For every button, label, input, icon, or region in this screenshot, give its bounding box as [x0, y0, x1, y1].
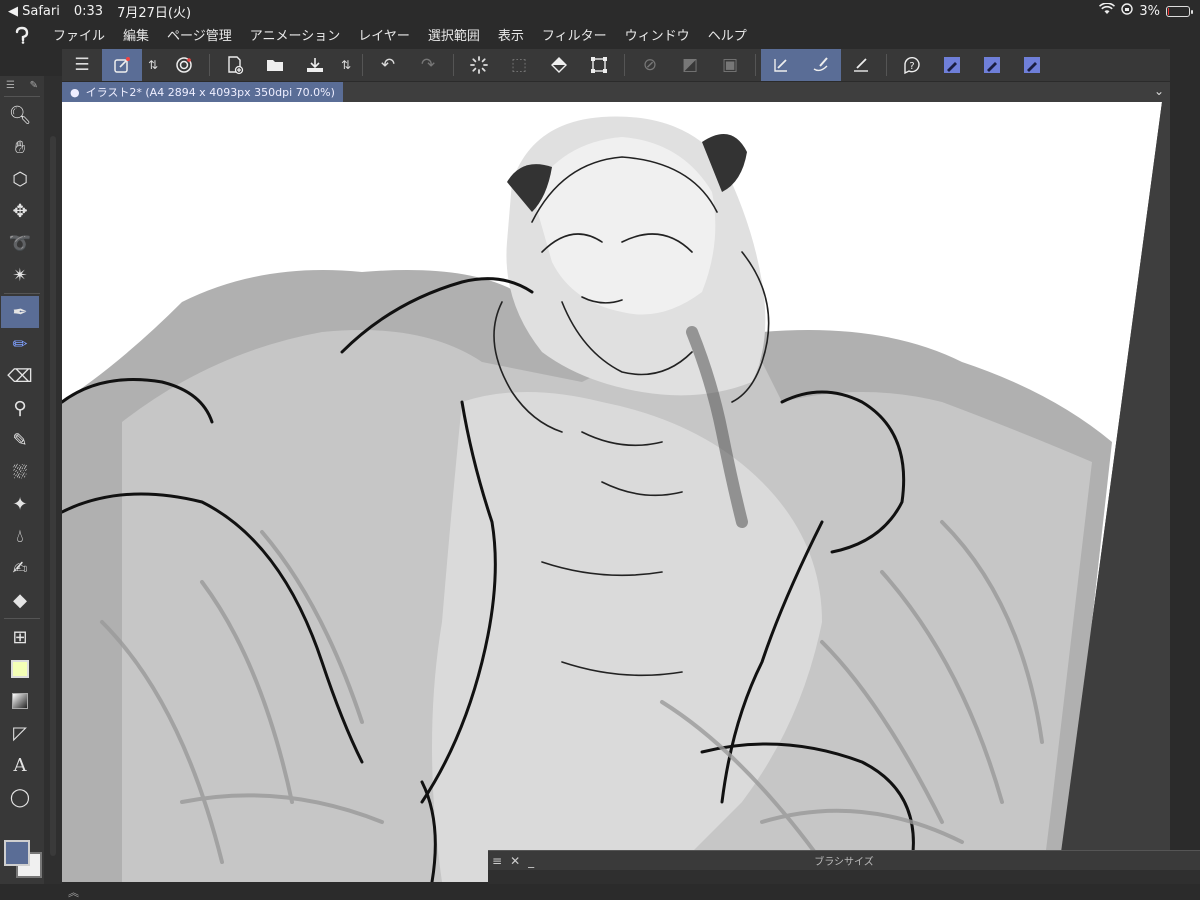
palette-menu-icon[interactable]: ≡	[488, 854, 506, 868]
clip-studio-logo-icon[interactable]	[0, 26, 44, 44]
brush-snap-icon[interactable]	[801, 49, 841, 81]
toolbar-pen-icon[interactable]: ✎	[30, 80, 38, 91]
open-folder-icon[interactable]	[255, 49, 295, 81]
canvas-area[interactable]: ● イラスト2* (A4 2894 x 4093px 350dpi 70.0%)…	[62, 82, 1170, 882]
ruler-icon[interactable]: ◸	[1, 717, 39, 749]
save-tray-icon[interactable]	[295, 49, 335, 81]
ruler-snap-icon[interactable]	[761, 49, 801, 81]
brush-size-palette-body	[488, 870, 1200, 884]
invert-selection-icon[interactable]: ◩	[670, 49, 710, 81]
battery-icon	[1166, 5, 1193, 17]
color-swatch-icon[interactable]	[1, 653, 39, 685]
select-all-icon[interactable]: ▣	[710, 49, 750, 81]
eyedropper-icon[interactable]: ⚲	[1, 392, 39, 424]
marker-icon[interactable]: ✍︎	[1, 552, 39, 584]
brush-size-palette-header[interactable]: ≡ ✕ _ ブラシサイズ	[488, 850, 1200, 870]
menu-layer[interactable]: レイヤー	[349, 25, 419, 44]
chevron-down-icon[interactable]: ⌄	[1154, 84, 1164, 98]
ios-status-bar: ◀ Safari 0:33 7月27日(火) 3%	[0, 0, 1200, 22]
pen-blue-3-icon[interactable]	[1012, 49, 1052, 81]
battery-percent: 3%	[1139, 3, 1160, 19]
transparent-select-icon[interactable]: ⬚	[499, 49, 539, 81]
menu-filter[interactable]: フィルター	[533, 25, 616, 44]
right-panel-strip	[1170, 49, 1200, 884]
decoration-icon[interactable]: ✎	[1, 424, 39, 456]
chevron-up-icon[interactable]: ︽	[68, 884, 79, 900]
redo-icon[interactable]: ↷	[408, 49, 448, 81]
toolbar-header: ☰ ✎	[0, 76, 44, 94]
bottom-bar: ︽	[0, 884, 1200, 900]
auto-select-icon[interactable]: ✴	[1, 259, 39, 291]
fill-icon[interactable]	[539, 49, 579, 81]
menu-edit[interactable]: 編集	[114, 25, 158, 44]
pen-blue-2-icon[interactable]	[972, 49, 1012, 81]
menu-selection[interactable]: 選択範囲	[419, 25, 489, 44]
tab-dot-icon: ●	[70, 85, 80, 99]
text-icon[interactable]: A	[1, 749, 39, 781]
blend-icon[interactable]: 💧︎	[1, 520, 39, 552]
settings-spiral-icon[interactable]	[164, 49, 204, 81]
drawing-canvas[interactable]	[62, 102, 1170, 882]
menu-help[interactable]: ヘルプ	[699, 25, 756, 44]
orientation-lock-icon	[1121, 3, 1134, 19]
fill-bucket-icon[interactable]: ◆	[1, 584, 39, 616]
frame-icon[interactable]: ⊞	[1, 621, 39, 653]
pen-blue-1-icon[interactable]	[932, 49, 972, 81]
menu-page-management[interactable]: ページ管理	[158, 25, 241, 44]
menu-view[interactable]: 表示	[489, 25, 533, 44]
wifi-icon	[1099, 2, 1116, 19]
close-icon[interactable]: ✕	[506, 854, 524, 868]
deselect-icon[interactable]: ⊘	[630, 49, 670, 81]
balloon-icon[interactable]: ◯	[1, 781, 39, 813]
color-swatches[interactable]	[2, 840, 44, 880]
menu-bar: ファイル 編集 ページ管理 アニメーション レイヤー 選択範囲 表示 フィルター…	[0, 22, 1200, 47]
menu-animation[interactable]: アニメーション	[241, 25, 349, 44]
pencil-icon[interactable]: ✏︎	[1, 328, 39, 360]
line-snap-icon[interactable]	[841, 49, 881, 81]
minimize-icon[interactable]: _	[524, 854, 538, 868]
command-bar: ☰ ⇅ ⇅ ↶ ↷ ⬚ ⊘ ◩ ▣ ?	[62, 49, 1170, 81]
status-date: 7月27日(火)	[117, 5, 192, 21]
back-to-safari-link[interactable]: ◀ Safari	[8, 4, 60, 19]
zoom-icon[interactable]: 🔍︎	[1, 99, 39, 131]
hand-icon[interactable]: ✋︎	[1, 131, 39, 163]
pen-icon[interactable]: ✒	[1, 296, 39, 328]
document-tab-label: イラスト2* (A4 2894 x 4093px 350dpi 70.0%)	[85, 86, 335, 99]
loading-icon	[459, 49, 499, 81]
transform-icon[interactable]	[579, 49, 619, 81]
svg-text:?: ?	[909, 61, 914, 72]
airbrush-icon[interactable]: ⛆	[1, 456, 39, 488]
status-time: 0:33	[73, 3, 104, 19]
main-color-swatch[interactable]	[4, 840, 30, 866]
new-layer-icon[interactable]	[102, 49, 142, 81]
gradient-icon[interactable]	[1, 685, 39, 717]
menu-file[interactable]: ファイル	[44, 25, 114, 44]
toolbar-menu-icon[interactable]: ☰	[6, 80, 15, 91]
chevron-updown-icon[interactable]: ⇅	[142, 49, 164, 81]
new-page-icon[interactable]	[215, 49, 255, 81]
lasso-icon[interactable]: ➰	[1, 227, 39, 259]
object-select-icon[interactable]: ⬡	[1, 163, 39, 195]
tool-bar: ☰ ✎ 🔍︎ ✋︎ ⬡ ✥ ➰ ✴ ✒ ✏︎ ⌫ ⚲ ✎ ⛆ ✦ 💧︎ ✍︎ ◆…	[0, 76, 44, 884]
clip-studio-app: ◀ Safari 0:33 7月27日(火) 3% ファイル 編集 ページ管理 …	[0, 0, 1200, 900]
chevron-updown-icon[interactable]: ⇅	[335, 49, 357, 81]
menu-window[interactable]: ウィンドウ	[616, 25, 699, 44]
move-icon[interactable]: ✥	[1, 195, 39, 227]
eraser-icon[interactable]: ⌫	[1, 360, 39, 392]
menu-icon[interactable]: ☰	[62, 49, 102, 81]
toolbar-resize-grip[interactable]	[44, 76, 62, 884]
undo-icon[interactable]: ↶	[368, 49, 408, 81]
brush-size-palette-title: ブラシサイズ	[814, 857, 874, 868]
document-tab[interactable]: ● イラスト2* (A4 2894 x 4093px 350dpi 70.0%)	[62, 82, 343, 102]
help-icon[interactable]: ?	[892, 49, 932, 81]
sparkle-icon[interactable]: ✦	[1, 488, 39, 520]
